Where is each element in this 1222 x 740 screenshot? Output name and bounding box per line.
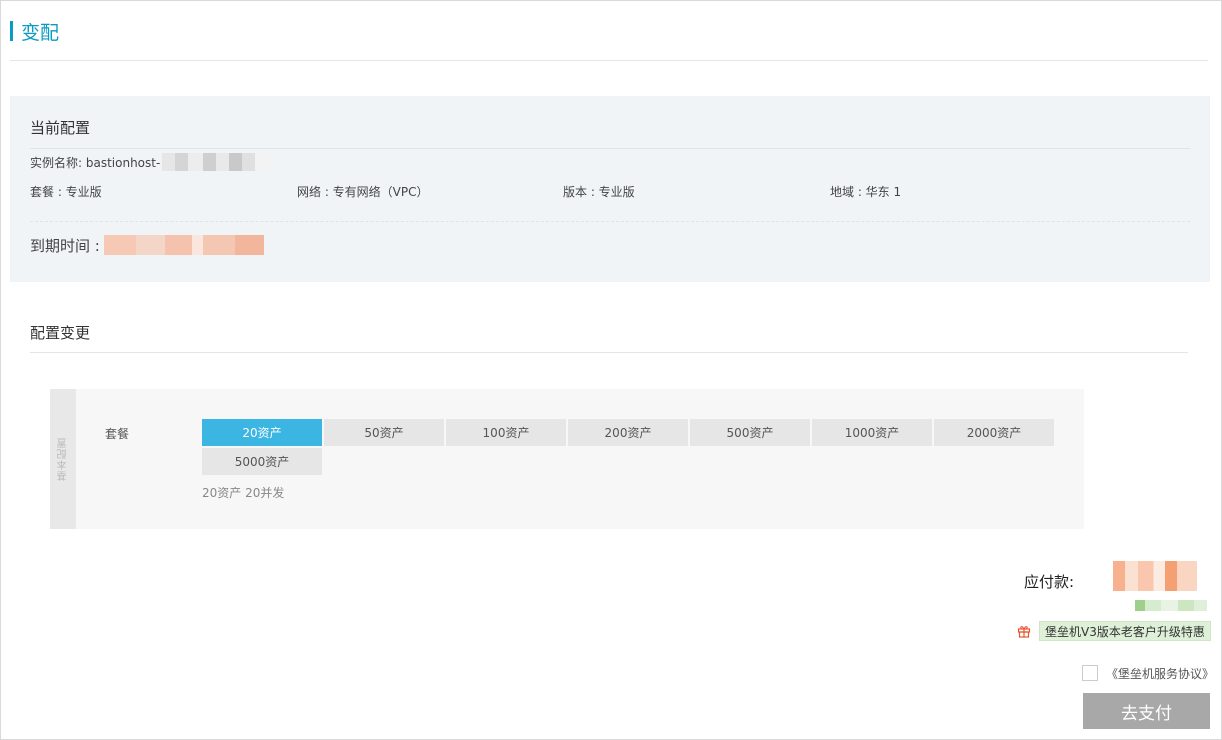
package-option-50[interactable]: 50资产: [324, 419, 444, 446]
package-option-100[interactable]: 100资产: [446, 419, 566, 446]
package-option-1000[interactable]: 1000资产: [812, 419, 932, 446]
basic-config-side-label: 基本配置: [50, 389, 76, 529]
agreement-row: 《堡垒机服务协议》: [1082, 664, 1214, 682]
config-info-row: 套餐 : 专业版 网络 : 专有网络（VPC） 版本 : 专业版 地域 : 华东…: [30, 183, 1190, 201]
config-change-divider: [30, 352, 1188, 353]
region-info: 地域 : 华东 1: [830, 185, 902, 199]
package-option-200[interactable]: 200资产: [568, 419, 688, 446]
network-info: 网络 : 专有网络（VPC）: [297, 185, 429, 199]
discount-redacted: [1135, 600, 1207, 611]
page-title-text: 变配: [21, 21, 60, 44]
instance-name-label: 实例名称: bastionhost-: [30, 155, 161, 170]
agreement-checkbox[interactable]: [1082, 665, 1098, 681]
package-info: 套餐 : 专业版: [30, 185, 102, 199]
amount-label: 应付款:: [1024, 573, 1075, 591]
amount-redacted: [1113, 561, 1197, 591]
package-option-5000[interactable]: 5000资产: [202, 448, 322, 475]
expire-row: 到期时间 :: [30, 235, 264, 255]
promo-row: 堡垒机V3版本老客户升级特惠: [1017, 621, 1211, 641]
instance-name-row: 实例名称: bastionhost-: [30, 153, 271, 171]
config-change-title: 配置变更: [30, 324, 91, 342]
title-accent-bar: [10, 21, 13, 41]
title-divider: [10, 60, 1208, 61]
change-config-page: 变配 当前配置 实例名称: bastionhost- 套餐 : 专业版 网络 :…: [0, 0, 1222, 740]
basic-config-box: 基本配置 套餐 20资产 50资产 100资产 200资产 500资产 1000…: [50, 389, 1084, 529]
package-description: 20资产 20并发: [202, 486, 285, 500]
current-config-panel: 当前配置 实例名称: bastionhost- 套餐 : 专业版 网络 : 专有…: [10, 96, 1210, 282]
package-option-500[interactable]: 500资产: [690, 419, 810, 446]
current-config-title: 当前配置: [30, 119, 91, 137]
dashed-divider: [30, 221, 1190, 222]
side-label-text: 基本配置: [57, 437, 69, 481]
package-option-2000[interactable]: 2000资产: [934, 419, 1054, 446]
current-config-divider: [30, 148, 1190, 149]
page-title: 变配: [10, 19, 60, 44]
gift-icon: [1017, 626, 1031, 638]
package-label: 套餐: [105, 427, 130, 441]
edition-info: 版本 : 专业版: [563, 185, 635, 199]
instance-name-redacted: [162, 153, 271, 171]
promo-tag[interactable]: 堡垒机V3版本老客户升级特惠: [1039, 621, 1211, 641]
agreement-link[interactable]: 《堡垒机服务协议》: [1106, 665, 1214, 682]
expire-label: 到期时间 :: [30, 236, 100, 255]
package-option-20[interactable]: 20资产: [202, 419, 322, 446]
expire-date-redacted: [103, 235, 264, 255]
pay-button[interactable]: 去支付: [1083, 693, 1210, 729]
